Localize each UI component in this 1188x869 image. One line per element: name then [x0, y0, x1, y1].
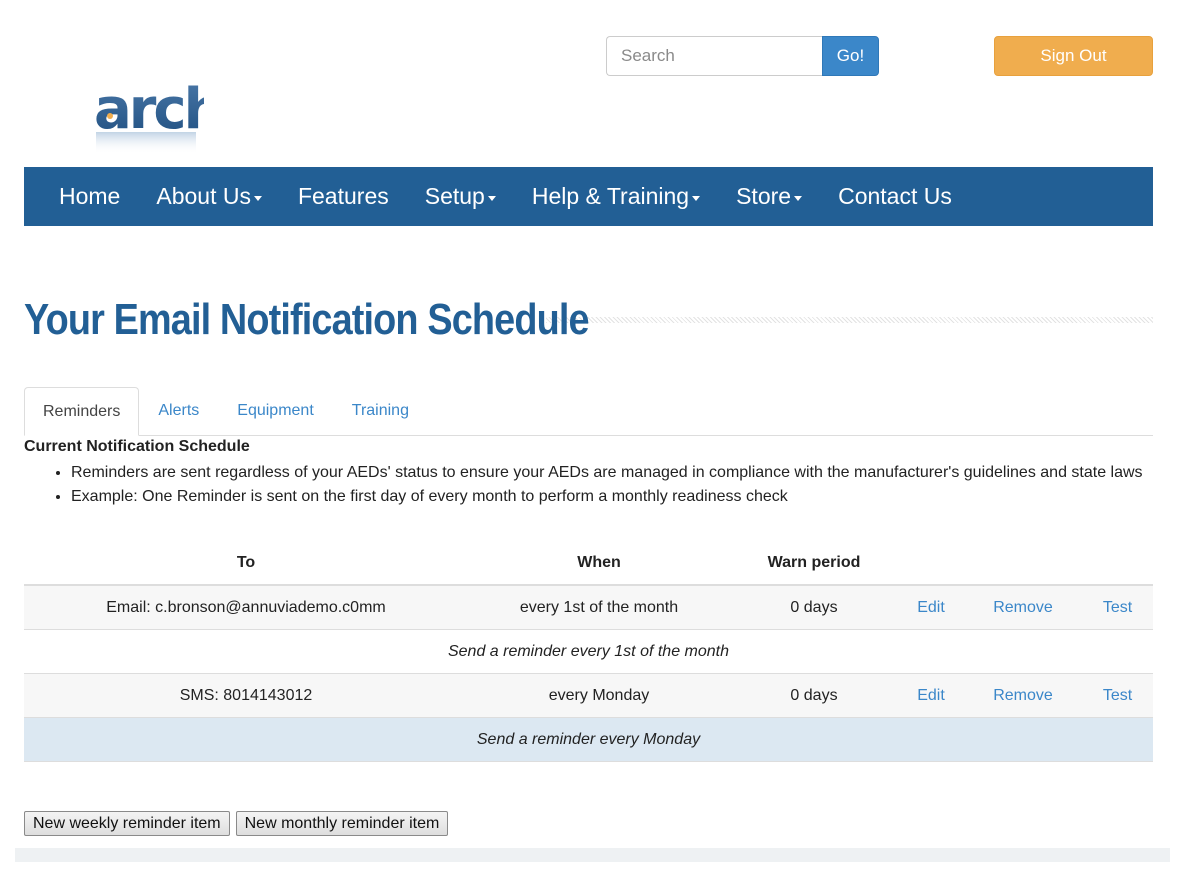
column-header-to: To: [24, 542, 468, 586]
page-title-row: Your Email Notification Schedule: [24, 288, 1153, 352]
nav-contact-us[interactable]: Contact Us: [820, 167, 970, 226]
nav-label: Features: [297, 183, 389, 209]
nav-label: Help & Training: [531, 183, 690, 209]
remove-link[interactable]: Remove: [993, 687, 1053, 704]
title-divider: [546, 317, 1153, 323]
schedule-info-list: Reminders are sent regardless of your AE…: [24, 461, 1188, 509]
row-description: Send a reminder every Monday: [24, 717, 1153, 762]
arch-logo: arch: [94, 77, 204, 154]
column-header-test: [1082, 542, 1153, 586]
search-go-button[interactable]: Go!: [822, 36, 879, 76]
column-header-when: When: [468, 542, 730, 586]
test-link[interactable]: Test: [1103, 599, 1132, 616]
edit-link[interactable]: Edit: [917, 599, 945, 616]
nav-about-us[interactable]: About Us: [138, 167, 280, 226]
caret-down-icon: [253, 195, 262, 201]
nav-label: Store: [736, 183, 792, 209]
table-row: SMS: 8014143012 every Monday 0 days Edit…: [24, 673, 1153, 718]
column-header-warn-period: Warn period: [730, 542, 898, 586]
cell-test: Test: [1082, 673, 1153, 718]
new-weekly-reminder-button[interactable]: New weekly reminder item: [24, 811, 230, 836]
cell-when: every 1st of the month: [468, 585, 730, 630]
info-bullet: Reminders are sent regardless of your AE…: [71, 461, 1188, 485]
cell-remove: Remove: [964, 585, 1082, 630]
tab-equipment[interactable]: Equipment: [218, 387, 333, 435]
cell-test: Test: [1082, 585, 1153, 630]
cell-remove: Remove: [964, 673, 1082, 718]
sign-out-button[interactable]: Sign Out: [994, 36, 1153, 76]
reminder-actions: New weekly reminder item New monthly rem…: [24, 811, 449, 836]
table-row: Email: c.bronson@annuviademo.c0mm every …: [24, 585, 1153, 630]
nav-label: About Us: [156, 183, 251, 209]
cell-edit: Edit: [898, 673, 964, 718]
new-monthly-reminder-button[interactable]: New monthly reminder item: [235, 811, 449, 836]
cell-when: every Monday: [468, 673, 730, 718]
cell-warn-period: 0 days: [730, 673, 898, 718]
tab-reminders[interactable]: Reminders: [24, 387, 140, 436]
tab-training[interactable]: Training: [333, 387, 428, 435]
nav-features[interactable]: Features: [280, 167, 407, 226]
search-input[interactable]: [606, 36, 822, 76]
table-description-row: Send a reminder every Monday: [24, 717, 1153, 762]
column-header-edit: [898, 542, 964, 586]
nav-label: Setup: [424, 183, 485, 209]
edit-link[interactable]: Edit: [917, 687, 945, 704]
page-title: Your Email Notification Schedule: [24, 295, 590, 344]
cell-warn-period: 0 days: [730, 585, 898, 630]
notification-tabs: Reminders Alerts Equipment Training: [24, 387, 1153, 436]
cell-edit: Edit: [898, 585, 964, 630]
cell-to: SMS: 8014143012: [24, 673, 468, 718]
caret-down-icon: [692, 195, 701, 201]
nav-label: Contact Us: [838, 183, 952, 209]
table-description-row: Send a reminder every 1st of the month: [24, 629, 1153, 674]
test-link[interactable]: Test: [1103, 687, 1132, 704]
table-header-row: To When Warn period: [24, 542, 1153, 586]
nav-store[interactable]: Store: [718, 167, 820, 226]
tab-alerts[interactable]: Alerts: [139, 387, 218, 435]
main-navbar: Home About Us Features Setup Help & Trai…: [24, 167, 1153, 226]
cell-to: Email: c.bronson@annuviademo.c0mm: [24, 585, 468, 630]
nav-label: Home: [59, 183, 121, 209]
footer-bar: [15, 848, 1170, 862]
schedule-heading: Current Notification Schedule: [24, 438, 250, 455]
info-bullet: Example: One Reminder is sent on the fir…: [71, 485, 1188, 509]
caret-down-icon: [794, 195, 803, 201]
caret-down-icon: [487, 195, 496, 201]
logo-reflection: [96, 132, 196, 154]
column-header-remove: [964, 542, 1082, 586]
schedule-table: To When Warn period Email: c.bronson@ann…: [24, 542, 1153, 762]
nav-home[interactable]: Home: [24, 167, 138, 226]
nav-help-training[interactable]: Help & Training: [514, 167, 718, 226]
logo-dot: [107, 113, 113, 119]
search-group: Go!: [606, 36, 879, 76]
nav-setup[interactable]: Setup: [407, 167, 514, 226]
remove-link[interactable]: Remove: [993, 599, 1053, 616]
row-description: Send a reminder every 1st of the month: [24, 629, 1153, 674]
